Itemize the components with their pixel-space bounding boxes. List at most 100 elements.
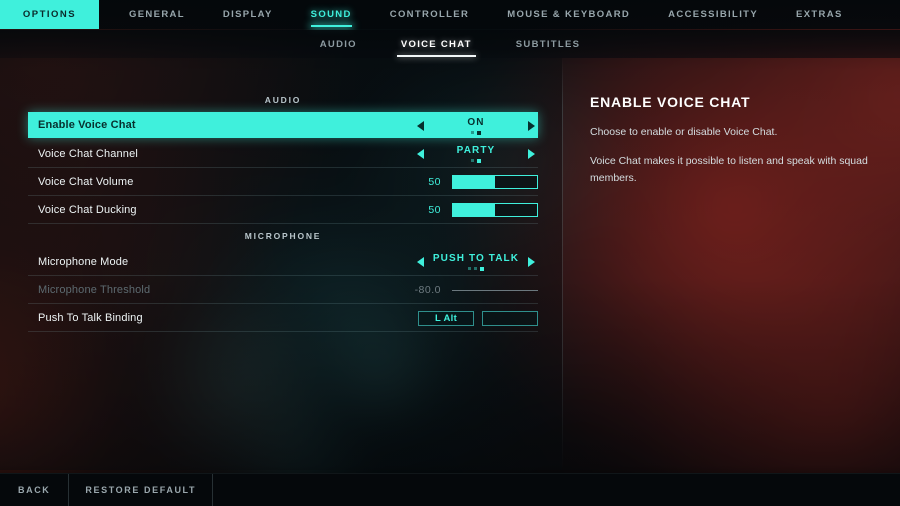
option-pager-dot xyxy=(474,267,477,270)
option-pager-dots xyxy=(471,130,481,136)
row-control: PUSH TO TALK xyxy=(414,248,538,276)
description-panel: ENABLE VOICE CHAT Choose to enable or di… xyxy=(562,58,900,470)
key-binding-label: L Alt xyxy=(434,312,458,324)
spinner-next-arrow-icon[interactable] xyxy=(525,248,538,276)
setting-row-voice-chat-ducking[interactable]: Voice Chat Ducking 50 xyxy=(28,196,538,224)
nav-tab-mouse-and-keyboard[interactable]: MOUSE & KEYBOARD xyxy=(488,0,649,29)
nav-tab-list: GENERAL DISPLAY SOUND CONTROLLER MOUSE &… xyxy=(110,0,862,29)
nav-tab-sound[interactable]: SOUND xyxy=(292,0,371,29)
setting-row-microphone-threshold: Microphone Threshold -80.0 xyxy=(28,276,538,304)
key-binding-box[interactable] xyxy=(482,310,538,326)
option-pager-dot xyxy=(477,158,481,163)
threshold-value: -80.0 xyxy=(414,284,441,296)
footer-button-restore-default[interactable]: RESTORE DEFAULT xyxy=(69,473,214,506)
sub-tab-label: SUBTITLES xyxy=(515,38,581,50)
option-pager-dots xyxy=(471,158,481,164)
spinner-next-arrow-icon[interactable] xyxy=(525,140,538,168)
nav-tab-label: EXTRAS xyxy=(796,9,843,20)
section-header-microphone: MICROPHONE xyxy=(244,231,322,241)
option-slider: 50 xyxy=(414,175,538,189)
sub-tab-voice-chat[interactable]: VOICE CHAT xyxy=(395,30,478,58)
nav-tab-label: GENERAL xyxy=(129,9,185,20)
slider-track[interactable] xyxy=(452,203,538,217)
section-header-audio: AUDIO xyxy=(264,95,302,105)
setting-row-push-to-talk-binding[interactable]: Push To Talk Binding L Alt xyxy=(28,304,538,332)
options-title-label: OPTIONS xyxy=(22,9,77,20)
spinner-value: PUSH TO TALK xyxy=(432,252,520,264)
slider-track[interactable] xyxy=(452,175,538,189)
slider-fill xyxy=(453,176,495,188)
spinner-value-area: PARTY xyxy=(427,140,525,168)
option-spinner: ON xyxy=(414,112,538,140)
row-control: 50 xyxy=(414,168,538,196)
spinner-value-area: PUSH TO TALK xyxy=(427,248,525,276)
setting-row-voice-chat-channel[interactable]: Voice Chat Channel PARTY xyxy=(28,140,538,168)
description-paragraph: Voice Chat makes it possible to listen a… xyxy=(590,155,868,184)
option-pager-dot xyxy=(477,130,481,135)
spinner-value: PARTY xyxy=(456,144,496,156)
spinner-value-area: ON xyxy=(427,112,525,140)
sub-tab-label: AUDIO xyxy=(319,38,357,50)
nav-tab-label: MOUSE & KEYBOARD xyxy=(507,9,631,20)
row-control: -80.0 xyxy=(414,276,538,304)
sub-tab-audio[interactable]: AUDIO xyxy=(314,30,363,58)
settings-list: AUDIO Enable Voice Chat ON Voice Chat Ch… xyxy=(28,88,538,332)
nav-tab-general[interactable]: GENERAL xyxy=(110,0,204,29)
option-spinner: PARTY xyxy=(414,140,538,168)
slider-fill xyxy=(453,204,495,216)
options-title-tag: OPTIONS xyxy=(0,0,99,29)
setting-label: Voice Chat Ducking xyxy=(38,203,137,216)
sub-navigation-bar: AUDIO VOICE CHAT SUBTITLES xyxy=(0,30,900,58)
key-binding-control: L Alt xyxy=(414,310,538,326)
setting-label: Enable Voice Chat xyxy=(38,118,136,131)
setting-label: Push To Talk Binding xyxy=(38,311,143,324)
nav-tab-label: ACCESSIBILITY xyxy=(668,9,759,20)
description-paragraph: Choose to enable or disable Voice Chat. xyxy=(590,126,778,138)
row-control: 50 xyxy=(414,196,538,224)
nav-tab-controller[interactable]: CONTROLLER xyxy=(371,0,488,29)
description-content: ENABLE VOICE CHAT Choose to enable or di… xyxy=(590,94,875,199)
settings-panel: AUDIO Enable Voice Chat ON Voice Chat Ch… xyxy=(0,58,562,470)
spinner-prev-arrow-icon[interactable] xyxy=(414,248,427,276)
option-pager-dots xyxy=(468,266,484,272)
sub-tab-label: VOICE CHAT xyxy=(400,38,472,50)
setting-row-microphone-mode[interactable]: Microphone Mode PUSH TO TALK xyxy=(28,248,538,276)
panel-divider xyxy=(562,58,563,470)
top-navigation-bar: OPTIONS GENERAL DISPLAY SOUND CONTROLLER… xyxy=(0,0,900,29)
description-body: Choose to enable or disable Voice Chat. V… xyxy=(590,124,875,186)
row-control: L Alt xyxy=(414,304,538,332)
threshold-control: -80.0 xyxy=(414,284,538,296)
nav-tab-label: DISPLAY xyxy=(222,9,273,20)
spinner-value: ON xyxy=(467,116,485,128)
spinner-next-arrow-icon[interactable] xyxy=(525,112,538,140)
setting-row-enable-voice-chat[interactable]: Enable Voice Chat ON xyxy=(28,112,538,138)
row-control: ON xyxy=(414,112,538,140)
nav-tab-display[interactable]: DISPLAY xyxy=(204,0,292,29)
key-binding-box[interactable]: L Alt xyxy=(418,310,474,326)
setting-label: Microphone Threshold xyxy=(38,283,151,296)
slider-value: 50 xyxy=(428,204,441,216)
threshold-track xyxy=(452,289,538,291)
footer-button-back[interactable]: BACK xyxy=(0,473,70,506)
nav-tab-label: SOUND xyxy=(310,9,352,20)
sub-tab-subtitles[interactable]: SUBTITLES xyxy=(510,30,586,58)
spinner-prev-arrow-icon[interactable] xyxy=(414,112,427,140)
description-title: ENABLE VOICE CHAT xyxy=(590,94,751,110)
option-pager-dot xyxy=(468,267,471,270)
option-pager-dot xyxy=(471,131,474,134)
option-pager-dot xyxy=(480,266,484,271)
spinner-prev-arrow-icon[interactable] xyxy=(414,140,427,168)
nav-tab-label: CONTROLLER xyxy=(389,9,470,20)
row-control: PARTY xyxy=(414,140,538,168)
setting-label: Voice Chat Channel xyxy=(38,147,138,160)
option-slider: 50 xyxy=(414,203,538,217)
nav-tab-extras[interactable]: EXTRAS xyxy=(777,0,862,29)
footer-button-label: BACK xyxy=(18,485,51,495)
setting-row-voice-chat-volume[interactable]: Voice Chat Volume 50 xyxy=(28,168,538,196)
setting-label: Voice Chat Volume xyxy=(38,175,134,188)
option-pager-dot xyxy=(471,159,474,162)
footer-bar: BACK RESTORE DEFAULT xyxy=(0,473,900,506)
footer-button-label: RESTORE DEFAULT xyxy=(85,485,197,495)
nav-tab-accessibility[interactable]: ACCESSIBILITY xyxy=(649,0,777,29)
option-spinner: PUSH TO TALK xyxy=(414,248,538,276)
